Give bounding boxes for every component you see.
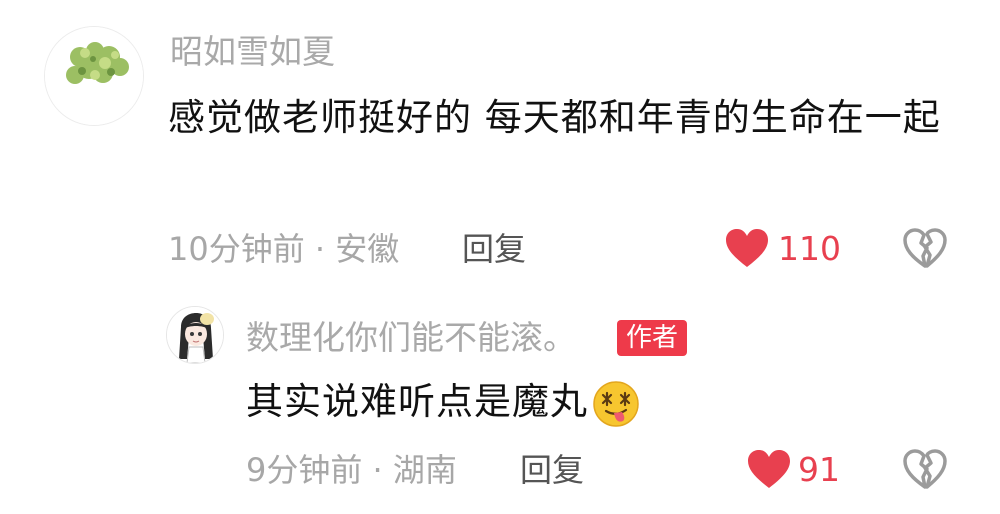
comment-reply-button[interactable]: 回复 <box>462 229 526 269</box>
comment-text: 感觉做老师挺好的 每天都和年青的生命在一起 <box>168 96 941 139</box>
dizzy-tongue-face-emoji-icon <box>593 380 639 427</box>
reply-like-count: 91 <box>798 450 840 489</box>
heart-icon[interactable] <box>724 227 770 269</box>
reply-text: 其实说难听点是魔丸 <box>246 380 588 423</box>
heart-icon[interactable] <box>746 448 792 490</box>
comment-like-count: 110 <box>778 229 841 268</box>
reply-author-avatar[interactable] <box>166 306 224 364</box>
reply-reply-button[interactable]: 回复 <box>520 450 584 490</box>
broken-heart-icon[interactable] <box>902 448 948 490</box>
comment-time-location: 10分钟前 · 安徽 <box>168 230 400 268</box>
author-badge: 作者 <box>617 320 688 356</box>
commenter-username[interactable]: 昭如雪如夏 <box>170 32 335 72</box>
reply-username[interactable]: 数理化你们能不能滚。 <box>246 318 576 358</box>
anime-girl-avatar-icon <box>167 307 223 363</box>
tree-leaves-avatar-icon <box>45 27 143 125</box>
broken-heart-icon[interactable] <box>902 227 948 269</box>
reply-time-location: 9分钟前 · 湖南 <box>246 451 457 489</box>
commenter-avatar[interactable] <box>44 26 144 126</box>
reply-text-line: 其实说难听点是魔丸 <box>246 373 640 431</box>
